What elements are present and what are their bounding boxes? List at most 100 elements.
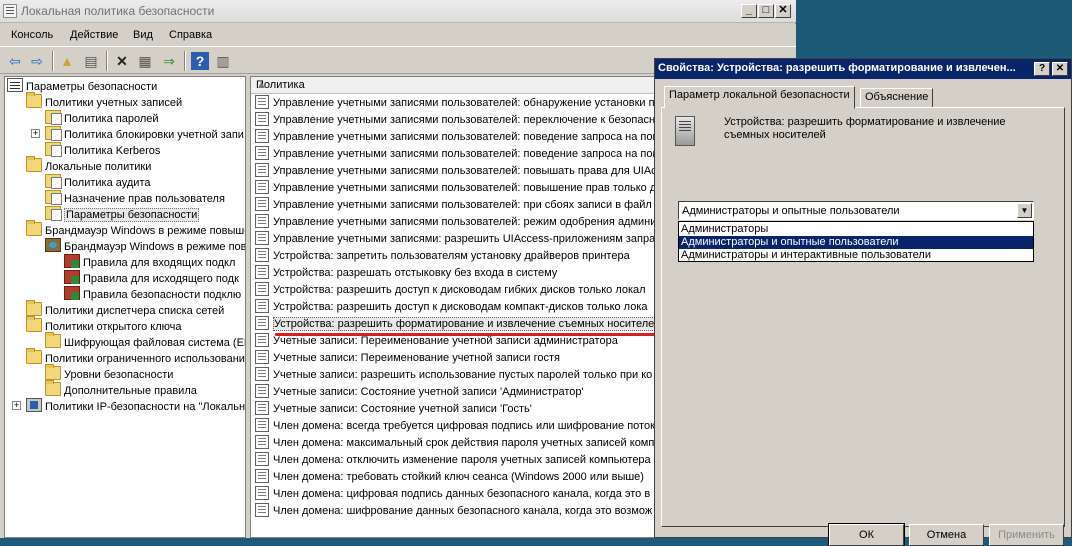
folder-icon xyxy=(45,364,61,380)
minimize-button[interactable]: _ xyxy=(741,4,757,18)
tree-item-user-rights[interactable]: Назначение прав пользователя xyxy=(45,190,225,206)
properties-icon[interactable]: ▦ xyxy=(136,52,154,70)
menu-action[interactable]: Действие xyxy=(70,29,118,41)
secpol-app-icon xyxy=(3,4,17,18)
menu-console[interactable]: Консоль xyxy=(11,29,53,41)
policy-icon xyxy=(255,299,269,313)
policy-icon xyxy=(255,384,269,398)
policy-folder-icon xyxy=(45,174,62,189)
dialog-titlebar[interactable]: Свойства: Устройства: разрешить форматир… xyxy=(655,59,1071,79)
policy-icon xyxy=(255,503,269,517)
policy-icon xyxy=(255,146,269,160)
tree-item-ipsec-policies[interactable]: Политики IP-безопасности на "Локальн xyxy=(26,398,245,414)
tree-item-outbound-rules[interactable]: Правила для исходящего подк xyxy=(64,270,239,286)
folder-icon xyxy=(45,380,61,396)
folder-icon xyxy=(26,316,42,332)
tree-item-additional-rules[interactable]: Дополнительные правила xyxy=(45,380,197,398)
toolbar-separator xyxy=(52,51,54,71)
forward-arrow-icon[interactable]: ⇨ xyxy=(28,52,46,70)
policy-icon xyxy=(255,282,269,296)
tree-item-security-options[interactable]: Параметры безопасности xyxy=(45,206,200,222)
dialog-title: Свойства: Устройства: разрешить форматир… xyxy=(658,62,1016,74)
policy-icon xyxy=(255,180,269,194)
tree-item-password-policy[interactable]: Политика паролей xyxy=(45,110,159,126)
back-arrow-icon[interactable]: ⇦ xyxy=(6,52,24,70)
rule-icon xyxy=(64,254,80,268)
policy-icon xyxy=(255,112,269,126)
tree-item-connection-security-rules[interactable]: Правила безопасности подклю xyxy=(64,286,241,302)
desktop-background xyxy=(792,0,1072,60)
chevron-down-icon[interactable]: ▼ xyxy=(1017,203,1032,218)
policy-icon xyxy=(255,197,269,211)
apply-button[interactable]: Применить xyxy=(989,524,1064,546)
tree-item-inbound-rules[interactable]: Правила для входящих подкл xyxy=(64,254,235,270)
tab-explain[interactable]: Объяснение xyxy=(860,88,934,108)
policy-icon xyxy=(255,486,269,500)
ok-button[interactable]: ОК xyxy=(828,523,905,546)
tree-item-firewall[interactable]: Брандмауэр Windows в режиме повыше xyxy=(26,220,245,238)
dropdown-option[interactable]: Администраторы и интерактивные пользоват… xyxy=(679,249,1033,262)
folder-icon xyxy=(26,300,42,316)
toolbar-separator xyxy=(106,51,108,71)
tree-item-firewall-node[interactable]: Брандмауэр Windows в режиме пов xyxy=(45,238,245,254)
select-value: Администраторы и опытные пользователи xyxy=(682,205,900,217)
expand-icon[interactable]: + xyxy=(12,401,21,410)
tree-item-local-policies[interactable]: Локальные политики xyxy=(26,156,151,174)
folder-icon xyxy=(26,92,42,108)
policy-icon xyxy=(255,469,269,483)
policy-icon xyxy=(255,214,269,228)
dialog-close-button[interactable]: ✕ xyxy=(1052,62,1068,76)
server-icon xyxy=(675,116,695,146)
policy-icon xyxy=(255,401,269,415)
toolbar-separator xyxy=(184,51,186,71)
policy-icon xyxy=(255,435,269,449)
export-list-icon[interactable]: ⇒ xyxy=(160,52,178,70)
maximize-button[interactable]: □ xyxy=(758,4,774,18)
tree-item-kerberos-policy[interactable]: Политика Kerberos xyxy=(45,142,160,158)
tree-item-efs[interactable]: Шифрующая файловая система (EF xyxy=(45,332,245,350)
policy-icon xyxy=(255,248,269,262)
menu-view[interactable]: Вид xyxy=(133,29,153,41)
tree-item-account-policies[interactable]: Политики учетных записей xyxy=(26,92,182,110)
policy-folder-icon xyxy=(45,126,62,141)
tree-item-software-restriction[interactable]: Политики ограниченного использовани xyxy=(26,348,245,366)
policy-folder-icon xyxy=(45,110,62,125)
dropdown-option-selected[interactable]: Администраторы и опытные пользователи xyxy=(679,236,1033,249)
tab-panel xyxy=(661,107,1065,527)
policy-icon xyxy=(255,316,269,330)
dropdown-list: Администраторы Администраторы и опытные … xyxy=(678,221,1034,262)
sort-ascending-icon: ▲ xyxy=(256,79,267,91)
dropdown-option[interactable]: Администраторы xyxy=(679,223,1033,236)
dialog-help-button[interactable]: ? xyxy=(1034,62,1050,76)
menu-help[interactable]: Справка xyxy=(169,29,212,41)
folder-icon xyxy=(26,348,42,364)
help-icon[interactable]: ? xyxy=(191,52,209,70)
main-titlebar[interactable]: Локальная политика безопасности _ □ ✕ xyxy=(0,0,796,23)
tree-item-audit-policy[interactable]: Политика аудита xyxy=(45,174,150,190)
up-folder-icon[interactable]: ▲ xyxy=(58,52,76,70)
show-hide-action-pane-icon[interactable]: ▥ xyxy=(214,52,232,70)
policy-folder-icon xyxy=(45,190,62,205)
ipsec-icon xyxy=(26,398,42,412)
policy-icon xyxy=(255,231,269,245)
tab-local-security-setting[interactable]: Параметр локальной безопасности xyxy=(664,86,855,109)
show-hide-tree-icon[interactable]: ▤ xyxy=(82,52,100,70)
folder-icon xyxy=(26,220,42,236)
tree-item-security-levels[interactable]: Уровни безопасности xyxy=(45,364,173,382)
menu-bar: Консоль Действие Вид Справка xyxy=(0,24,796,46)
console-tree: Параметры безопасности Политики учетных … xyxy=(4,76,246,538)
delete-icon[interactable]: ✕ xyxy=(113,52,131,70)
close-button[interactable]: ✕ xyxy=(775,4,791,18)
allowed-to-format-select[interactable]: Администраторы и опытные пользователи ▼ xyxy=(678,201,1034,220)
expand-icon[interactable]: + xyxy=(31,129,40,138)
policy-folder-icon xyxy=(45,142,62,157)
cancel-button[interactable]: Отмена xyxy=(909,524,984,546)
policy-icon xyxy=(255,367,269,381)
tree-item-lockout-policy[interactable]: Политика блокировки учетной запи xyxy=(45,126,244,142)
rule-icon xyxy=(64,270,80,284)
policy-icon xyxy=(255,350,269,364)
policy-icon xyxy=(255,452,269,466)
tree-item-network-list-policies[interactable]: Политики диспетчера списка сетей xyxy=(26,300,224,318)
firewall-icon xyxy=(45,238,61,252)
policy-icon xyxy=(255,418,269,432)
